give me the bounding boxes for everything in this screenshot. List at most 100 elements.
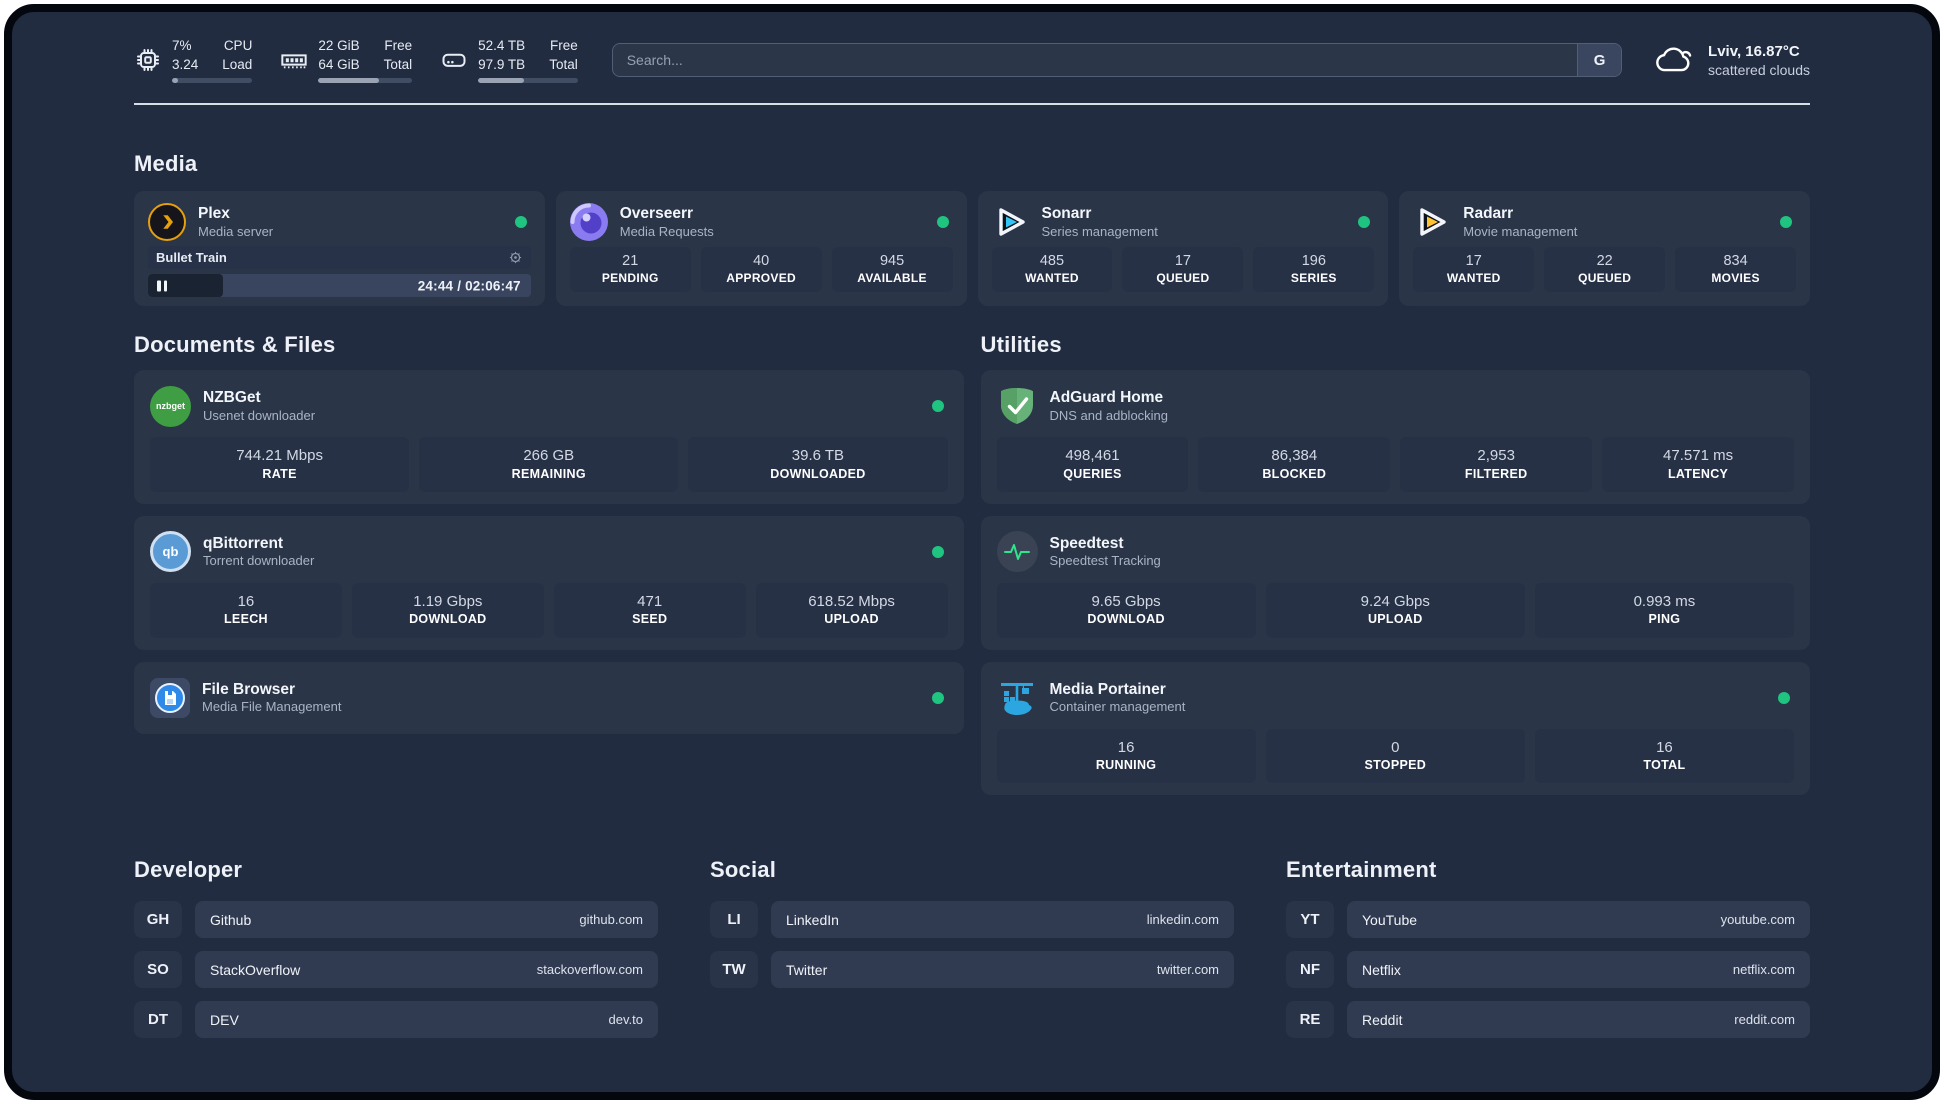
qbittorrent-icon: qb <box>150 531 191 573</box>
app-card-plex[interactable]: Plex Media server Bullet Train 24:44 / 0… <box>134 191 545 306</box>
status-dot-online <box>1778 691 1790 704</box>
stat-tile: 9.65 Gbps DOWNLOAD <box>996 582 1256 638</box>
section-title-developer: Developer <box>134 857 243 883</box>
app-name: qBittorrent <box>203 534 284 552</box>
app-card-speedtest[interactable]: Speedtest Speedtest Tracking 9.65 Gbps DO… <box>980 515 1810 650</box>
stat-tile: 1.19 Gbps DOWNLOAD <box>351 582 544 638</box>
bookmark-abbr: TW <box>710 951 758 989</box>
cpu-progressbar <box>172 77 253 83</box>
bookmark-dev[interactable]: DT DEV dev.to <box>134 1001 658 1039</box>
adguard-icon <box>997 386 1038 427</box>
bookmark-github[interactable]: GH Github github.com <box>134 901 658 939</box>
search-input[interactable] <box>612 44 1578 76</box>
bookmark-stackoverflow[interactable]: SO StackOverflow stackoverflow.com <box>134 951 658 989</box>
status-dot-online <box>936 216 949 228</box>
app-name: Speedtest <box>1049 534 1124 552</box>
section-title-social: Social <box>710 857 777 883</box>
status-dot-online <box>514 216 527 228</box>
app-name: File Browser <box>202 680 296 698</box>
bookmark-netflix[interactable]: NF Netflix netflix.com <box>1286 951 1810 989</box>
stat-tile: 266 GB REMAINING <box>419 437 679 492</box>
bookmark-name: DEV <box>210 1011 239 1028</box>
filebrowser-icon <box>150 677 190 718</box>
overseerr-icon <box>569 203 608 241</box>
app-name: NZBGet <box>203 389 261 407</box>
stat-tile: 16 TOTAL <box>1534 728 1795 784</box>
app-name: Radarr <box>1463 205 1514 223</box>
bookmark-name: StackOverflow <box>210 961 301 978</box>
pause-icon[interactable] <box>157 280 167 291</box>
stat-tile: 40 APPROVED <box>700 247 822 293</box>
app-description: Media Requests <box>619 223 714 239</box>
memory-icon <box>281 54 307 69</box>
sonarr-icon <box>992 203 1030 241</box>
bookmark-abbr: GH <box>134 901 182 939</box>
section-title-entertainment: Entertainment <box>1286 857 1437 883</box>
bookmark-abbr: RE <box>1286 1001 1334 1039</box>
app-card-qbittorrent[interactable]: qb qBittorrent Torrent downloader 16 LEEC… <box>134 515 964 650</box>
app-card-radarr[interactable]: Radarr Movie management 17 WANTED 22 QUEUE… <box>1399 191 1810 306</box>
search-engine-button[interactable]: G <box>1577 44 1622 76</box>
dashboard-window: 7% 3.24 CPU Load 22 GiB 64 GiB Free Tota… <box>4 4 1940 1100</box>
app-description: Torrent downloader <box>203 553 315 569</box>
stat-tile: 0 STOPPED <box>1265 728 1525 784</box>
stat-tile: 47.571 ms LATENCY <box>1602 437 1794 492</box>
documents-column: Documents & Files nzbget NZBGet Usenet d… <box>134 332 964 734</box>
app-description: Media File Management <box>202 699 342 715</box>
stat-tile: 17 WANTED <box>1413 247 1535 293</box>
app-card-sonarr[interactable]: Sonarr Series management 485 WANTED 17 QUE… <box>977 191 1389 306</box>
app-card-portainer[interactable]: Media Portainer Container management 16 R… <box>980 661 1810 796</box>
developer-column: Developer GH Github github.com SO StackO… <box>134 857 658 1051</box>
app-name: Plex <box>198 205 230 223</box>
topbar: 7% 3.24 CPU Load 22 GiB 64 GiB Free Tota… <box>134 36 1810 84</box>
stat-tile: 16 RUNNING <box>996 728 1256 784</box>
search-bar: G <box>611 43 1623 77</box>
nzbget-icon: nzbget <box>150 385 191 427</box>
session-settings-icon[interactable] <box>508 250 523 265</box>
stat-tile: 744.21 Mbps RATE <box>150 437 410 492</box>
app-card-adguard[interactable]: AdGuard Home DNS and adblocking 498,461 Q… <box>980 370 1810 504</box>
stat-tile: 9.24 Gbps UPLOAD <box>1265 582 1525 638</box>
stat-tile: 2,953 FILTERED <box>1400 437 1593 492</box>
app-card-overseerr[interactable]: Overseerr Media Requests 21 PENDING 40 APP… <box>555 191 967 306</box>
cpu-label: CPU <box>223 38 253 54</box>
section-title-utilities: Utilities <box>980 332 1062 357</box>
stat-tile: 22 QUEUED <box>1544 247 1666 293</box>
bookmark-url: dev.to <box>608 1012 643 1028</box>
bookmark-url: twitter.com <box>1156 962 1219 978</box>
memory-total-label: Total <box>383 56 413 72</box>
storage-total-label: Total <box>549 56 578 72</box>
bookmark-url: netflix.com <box>1732 962 1795 978</box>
app-card-filebrowser[interactable]: File Browser Media File Management <box>134 661 964 734</box>
bookmark-name: Netflix <box>1362 961 1401 978</box>
memory-free-label: Free <box>384 38 413 54</box>
stat-tile: 196 SERIES <box>1253 247 1375 293</box>
app-description: Speedtest Tracking <box>1049 553 1161 569</box>
stat-tile: 39.6 TB DOWNLOADED <box>688 437 948 492</box>
now-playing-title: Bullet Train <box>156 250 227 265</box>
bookmark-youtube[interactable]: YT YouTube youtube.com <box>1286 901 1810 939</box>
status-dot-online <box>1780 216 1792 228</box>
cloud-icon <box>1656 47 1692 72</box>
memory-total: 64 GiB <box>318 56 360 72</box>
app-card-nzbget[interactable]: nzbget NZBGet Usenet downloader 744.21 M… <box>134 370 964 504</box>
bookmark-abbr: YT <box>1286 901 1334 939</box>
media-grid: Plex Media server Bullet Train 24:44 / 0… <box>134 191 1810 306</box>
storage-total: 97.9 TB <box>478 56 526 72</box>
bookmark-twitter[interactable]: TW Twitter twitter.com <box>710 951 1234 989</box>
app-name: Sonarr <box>1041 205 1092 223</box>
portainer-icon <box>997 677 1038 718</box>
bookmark-name: LinkedIn <box>786 911 839 928</box>
memory-progressbar <box>318 77 413 83</box>
stat-tile: 498,461 QUERIES <box>996 437 1189 492</box>
bookmark-abbr: SO <box>134 951 182 989</box>
header-divider <box>134 103 1810 105</box>
cpu-load: 3.24 <box>172 56 199 72</box>
bookmark-reddit[interactable]: RE Reddit reddit.com <box>1286 1001 1810 1039</box>
bookmark-linkedin[interactable]: LI LinkedIn linkedin.com <box>710 901 1234 939</box>
stat-tile: 945 AVAILABLE <box>831 247 953 293</box>
storage-icon <box>442 53 466 67</box>
stat-tile: 834 MOVIES <box>1675 247 1797 293</box>
cpu-percent: 7% <box>172 38 192 54</box>
section-title-media: Media <box>134 151 198 176</box>
